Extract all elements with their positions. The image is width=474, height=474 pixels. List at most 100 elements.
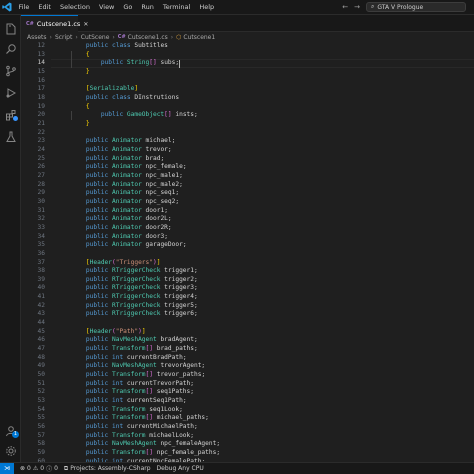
run-debug-icon[interactable] [3,85,18,100]
line-number: 13 [37,50,45,58]
close-icon[interactable]: ✕ [83,21,88,28]
code-line[interactable]: public class DInstrutions [71,94,179,103]
code-line[interactable]: public NavMeshAgent bradAgent; [71,336,198,345]
code-line[interactable]: public Animator npc_female; [71,163,187,172]
menu-item-terminal[interactable]: Terminal [158,0,194,15]
code-line[interactable]: public int currentSeq1Path; [71,397,187,406]
code-line[interactable]: } [71,68,90,77]
code-line[interactable]: public RTriggerCheck trigger2; [71,276,198,285]
code-line[interactable]: [Header("Triggers")] [71,259,161,268]
code-line[interactable]: [Serializable] [71,85,138,94]
breadcrumb-item-assets[interactable]: Assets [27,34,47,41]
breadcrumb-item-script[interactable]: Script [55,34,72,41]
remote-indicator-icon[interactable]: ⋊ [0,462,14,474]
code-line[interactable]: public class Subtitles [71,42,168,51]
chevron-right-icon: › [170,33,174,41]
code-line[interactable]: public Animator garageDoor; [71,241,187,250]
text-cursor [179,59,181,68]
line-number: 49 [37,362,45,370]
code-line[interactable]: public int currentMichaelPath; [71,423,198,432]
line-number: 37 [37,258,45,266]
debug-config-indicator[interactable]: Debug Any CPU [157,465,204,472]
breadcrumb-item-class[interactable]: Cutscene1 [183,34,215,41]
code-line[interactable]: public Animator npc_male2; [71,181,183,190]
menu-item-selection[interactable]: Selection [55,0,94,15]
line-number: 24 [37,145,45,153]
line-number-gutter: 12 13 14 15 16 17 18 19 20 21 22 23 24 25 26 27 28 29 30 31… [21,42,51,462]
testing-icon[interactable] [3,129,18,144]
command-center-search[interactable]: ⌕ GTA V Prologue [366,2,466,12]
title-bar: File Edit Selection View Go Run Terminal Help ←… [0,0,474,15]
code-line[interactable]: public Animator door1; [71,207,168,216]
source-control-icon[interactable] [3,63,18,78]
code-line[interactable]: public Animator npc_male1; [71,172,183,181]
code-line[interactable]: } [71,120,90,129]
warning-icon: ⚠ [32,465,39,472]
code-line[interactable]: public String[] subs; [71,59,179,68]
line-number: 41 [37,293,45,301]
search-icon[interactable] [3,41,18,56]
line-number: 58 [37,440,45,448]
code-line[interactable]: public Animator door2L; [71,215,172,224]
account-icon[interactable]: 1 [3,423,19,438]
code-line[interactable]: [Header("Path")] [71,328,146,337]
explorer-icon[interactable] [3,21,18,36]
code-line[interactable]: public Animator brad; [71,155,164,164]
code-line[interactable]: public Animator door2R; [71,224,172,233]
menu-item-go[interactable]: Go [119,0,137,15]
code-line[interactable]: public GameObject[] insts; [71,111,198,120]
breadcrumb-item-file[interactable]: Cutscene1.cs [128,34,168,41]
code-line[interactable]: public RTriggerCheck trigger4; [71,293,198,302]
tab-cutscene1[interactable]: C# Cutscene1.cs ✕ [21,15,88,32]
code-line[interactable]: public RTriggerCheck trigger3; [71,284,198,293]
code-editor[interactable]: 12 13 14 15 16 17 18 19 20 21 22 23 24 25 26 27 28 29 30 31… [21,42,474,462]
code-line[interactable]: public int currentTrevorPath; [71,380,194,389]
menu-item-view[interactable]: View [94,0,118,15]
vscode-logo-icon [0,0,14,15]
forward-arrow-icon[interactable]: → [354,3,360,11]
line-number: 59 [37,449,45,457]
code-line[interactable]: public Transform[] npc_female_paths; [71,449,220,458]
projects-label: Projects: Assembly-CSharp [70,465,151,472]
code-line[interactable]: public RTriggerCheck trigger6; [71,310,198,319]
line-number: 15 [37,67,45,75]
menu-item-edit[interactable]: Edit [34,0,56,15]
code-line[interactable]: public Animator trevor; [71,146,172,155]
code-line[interactable]: { [71,103,90,112]
line-number: 47 [37,345,45,353]
extensions-badge [13,116,18,121]
code-line[interactable]: public Transform[] trevor_paths; [71,371,205,380]
code-line[interactable]: public RTriggerCheck trigger1; [71,267,198,276]
code-line[interactable]: public Transform michaelLook; [71,432,194,441]
code-line[interactable]: public NavMeshAgent npc_femaleAgent; [71,440,220,449]
code-line[interactable]: public RTriggerCheck trigger5; [71,302,198,311]
code-line[interactable]: public Animator door3; [71,233,168,242]
code-line[interactable]: public Transform[] michael_paths; [71,414,209,423]
code-line[interactable]: public Transform seq1Look; [71,406,183,415]
line-number: 50 [37,371,45,379]
menu-item-run[interactable]: Run [137,0,158,15]
code-line[interactable]: public Transform[] brad_paths; [71,345,198,354]
code-line[interactable]: public Animator npc_seq2; [71,198,179,207]
line-number: 36 [37,249,45,257]
code-line[interactable]: { [71,51,90,60]
menu-item-file[interactable]: File [14,0,34,15]
code-line[interactable]: public Animator michael; [71,137,175,146]
code-line[interactable]: public Transform[] seq1Paths; [71,388,194,397]
breadcrumb-item-cutscene[interactable]: CutScene [81,34,110,41]
breadcrumb: Assets › Script › CutScene › C# Cutscene… [21,32,474,42]
line-number: 44 [37,319,45,327]
line-number: 51 [37,379,45,387]
menu-item-help[interactable]: Help [195,0,219,15]
code-line[interactable]: public NavMeshAgent trevorAgent; [71,362,205,371]
back-arrow-icon[interactable]: ← [342,3,348,11]
extensions-icon[interactable] [3,107,18,122]
line-number: 19 [37,102,45,110]
code-line[interactable]: public int currentBradPath; [71,354,187,363]
projects-indicator[interactable]: ⧉ Projects: Assembly-CSharp [64,465,151,473]
code-line[interactable]: public Animator npc_seq1; [71,189,179,198]
line-number: 20 [37,111,45,119]
problems-indicator[interactable]: ⊗ 0 ⚠ 0 ⓘ 0 [20,464,58,473]
settings-gear-icon[interactable] [3,443,18,458]
code-area[interactable]: public class Subtitles { public String[]… [71,42,471,462]
